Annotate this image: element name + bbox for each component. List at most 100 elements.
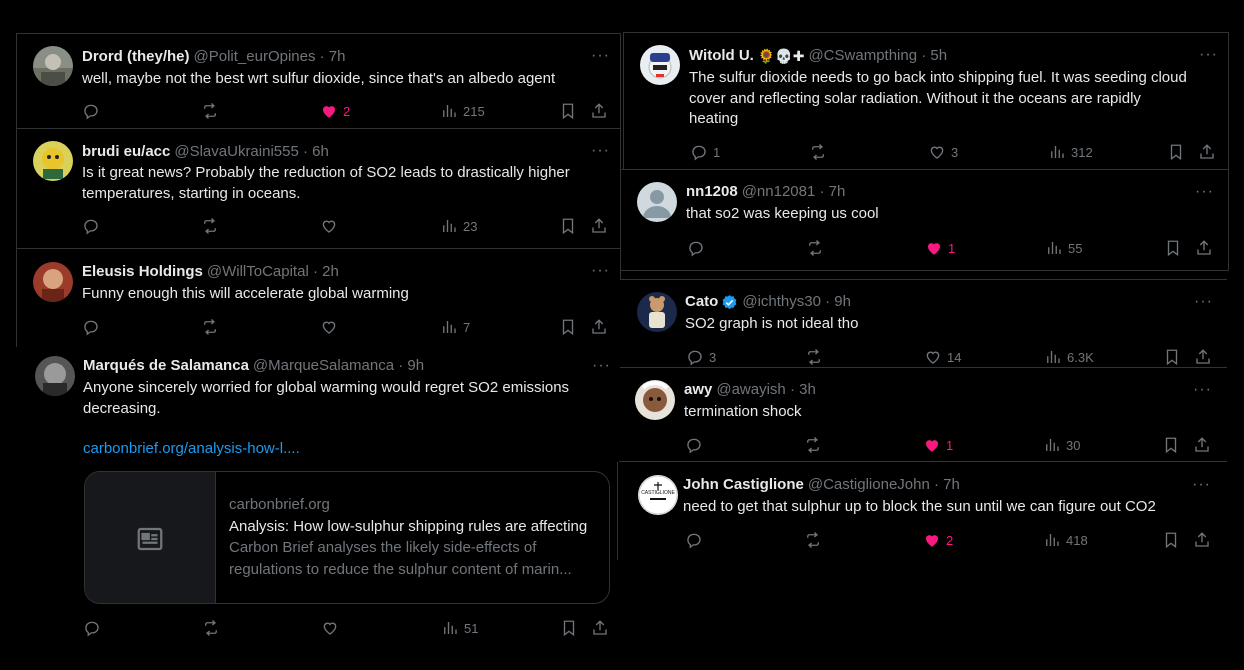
bookmark-button[interactable]: [559, 317, 577, 337]
views-button[interactable]: 55: [1045, 238, 1082, 258]
views-button[interactable]: 51: [441, 618, 478, 638]
views-button[interactable]: 7: [440, 317, 470, 337]
link-card[interactable]: carbonbrief.org Analysis: How low-sulphu…: [84, 471, 610, 604]
retweet-button[interactable]: [201, 216, 224, 236]
more-icon[interactable]: ···: [591, 263, 610, 279]
share-button[interactable]: [1193, 435, 1211, 455]
more-icon[interactable]: ···: [591, 48, 610, 64]
bookmark-button[interactable]: [1164, 238, 1182, 258]
author-handle[interactable]: @CastiglioneJohn · 7h: [808, 475, 960, 495]
more-icon[interactable]: ···: [1192, 477, 1211, 493]
like-button[interactable]: 1: [925, 238, 955, 258]
reply-button[interactable]: [82, 317, 105, 337]
like-button[interactable]: [320, 216, 343, 236]
like-button[interactable]: 2: [923, 530, 953, 550]
views-button[interactable]: 215: [440, 101, 485, 121]
like-button[interactable]: [320, 317, 343, 337]
bookmark-button[interactable]: [1162, 435, 1180, 455]
author-handle[interactable]: @SlavaUkraini555 · 6h: [174, 142, 328, 162]
tweet[interactable]: nn1208 @nn12081 · 7h ··· that so2 was ke…: [620, 169, 1229, 271]
views-button[interactable]: 30: [1043, 435, 1080, 455]
bookmark-button[interactable]: [559, 216, 577, 236]
more-icon[interactable]: ···: [591, 143, 610, 159]
views-button[interactable]: 312: [1048, 142, 1093, 162]
author-name[interactable]: Witold U.: [689, 46, 754, 66]
reply-button[interactable]: [82, 216, 105, 236]
author-handle[interactable]: @ichthys30 · 9h: [742, 292, 851, 312]
author-handle[interactable]: @Polit_eurOpines · 7h: [194, 47, 346, 67]
tweet-link[interactable]: carbonbrief.org/analysis-how-l....: [83, 439, 300, 460]
views-button[interactable]: 418: [1043, 530, 1088, 550]
author-name[interactable]: brudi eu/acc: [82, 142, 170, 162]
retweet-button[interactable]: [202, 618, 225, 638]
tweet[interactable]: brudi eu/acc @SlavaUkraini555 · 6h ··· I…: [16, 129, 621, 249]
bookmark-button[interactable]: [559, 101, 577, 121]
avatar[interactable]: [637, 182, 677, 222]
reply-button[interactable]: [687, 238, 710, 258]
retweet-button[interactable]: [809, 142, 832, 162]
share-button[interactable]: [590, 216, 608, 236]
bookmark-button[interactable]: [1167, 142, 1185, 162]
author-name[interactable]: awy: [684, 380, 712, 400]
more-icon[interactable]: ···: [592, 358, 611, 374]
bookmark-button[interactable]: [560, 618, 578, 638]
share-button[interactable]: [1195, 238, 1213, 258]
author-name[interactable]: Marqués de Salamanca: [83, 356, 249, 376]
like-button[interactable]: 3: [928, 142, 958, 162]
avatar[interactable]: [640, 45, 680, 85]
tweet[interactable]: Marqués de Salamanca @MarqueSalamanca · …: [18, 344, 623, 654]
author-name[interactable]: nn1208: [686, 182, 738, 202]
author-handle[interactable]: @MarqueSalamanca · 9h: [253, 356, 424, 376]
reply-button[interactable]: [685, 435, 708, 455]
more-icon[interactable]: ···: [1199, 47, 1218, 63]
share-button[interactable]: [590, 317, 608, 337]
avatar[interactable]: [33, 262, 73, 302]
tweet[interactable]: Cato @ichthys30 · 9h ··· SO2 graph is no…: [620, 279, 1227, 368]
share-button[interactable]: [591, 618, 609, 638]
more-icon[interactable]: ···: [1195, 184, 1214, 200]
author-name[interactable]: Cato: [685, 292, 718, 312]
more-icon[interactable]: ···: [1194, 294, 1213, 310]
like-button[interactable]: [321, 618, 344, 638]
reply-button[interactable]: [83, 618, 106, 638]
avatar[interactable]: CASTIGLIONE: [638, 475, 678, 515]
retweet-button[interactable]: [806, 238, 829, 258]
avatar[interactable]: [635, 380, 675, 420]
author-handle[interactable]: @CSwampthing · 5h: [808, 46, 947, 66]
tweet[interactable]: CASTIGLIONE John Castiglione @Castiglion…: [617, 462, 1227, 560]
tweet[interactable]: awy @awayish · 3h ··· termination shock …: [619, 368, 1227, 462]
bookmark-button[interactable]: [1163, 347, 1181, 367]
retweet-button[interactable]: [201, 101, 224, 121]
reply-button[interactable]: 3: [686, 347, 716, 367]
retweet-button[interactable]: [804, 435, 827, 455]
avatar[interactable]: [33, 46, 73, 86]
like-button[interactable]: 2: [320, 101, 350, 121]
avatar[interactable]: [637, 292, 677, 332]
author-handle[interactable]: @WillToCapital · 2h: [207, 262, 339, 282]
share-button[interactable]: [1193, 530, 1211, 550]
avatar[interactable]: [33, 141, 73, 181]
more-icon[interactable]: ···: [1193, 382, 1212, 398]
retweet-button[interactable]: [804, 530, 827, 550]
avatar[interactable]: [35, 356, 75, 396]
author-handle[interactable]: @awayish · 3h: [716, 380, 815, 400]
reply-button[interactable]: [82, 101, 105, 121]
tweet[interactable]: Witold U. 🌻💀✚ @CSwampthing · 5h ··· The …: [623, 32, 1229, 169]
reply-button[interactable]: [685, 530, 708, 550]
like-button[interactable]: 14: [924, 347, 961, 367]
tweet[interactable]: Eleusis Holdings @WillToCapital · 2h ···…: [16, 249, 621, 347]
author-name[interactable]: Drord (they/he): [82, 47, 190, 67]
reply-button[interactable]: 1: [690, 142, 720, 162]
retweet-button[interactable]: [805, 347, 828, 367]
views-button[interactable]: 6.3K: [1044, 347, 1094, 367]
bookmark-button[interactable]: [1162, 530, 1180, 550]
author-name[interactable]: Eleusis Holdings: [82, 262, 203, 282]
author-name[interactable]: John Castiglione: [683, 475, 804, 495]
views-button[interactable]: 23: [440, 216, 477, 236]
share-button[interactable]: [1198, 142, 1216, 162]
retweet-button[interactable]: [201, 317, 224, 337]
like-button[interactable]: 1: [923, 435, 953, 455]
share-button[interactable]: [590, 101, 608, 121]
share-button[interactable]: [1194, 347, 1212, 367]
tweet[interactable]: Drord (they/he) @Polit_eurOpines · 7h ··…: [16, 33, 621, 129]
